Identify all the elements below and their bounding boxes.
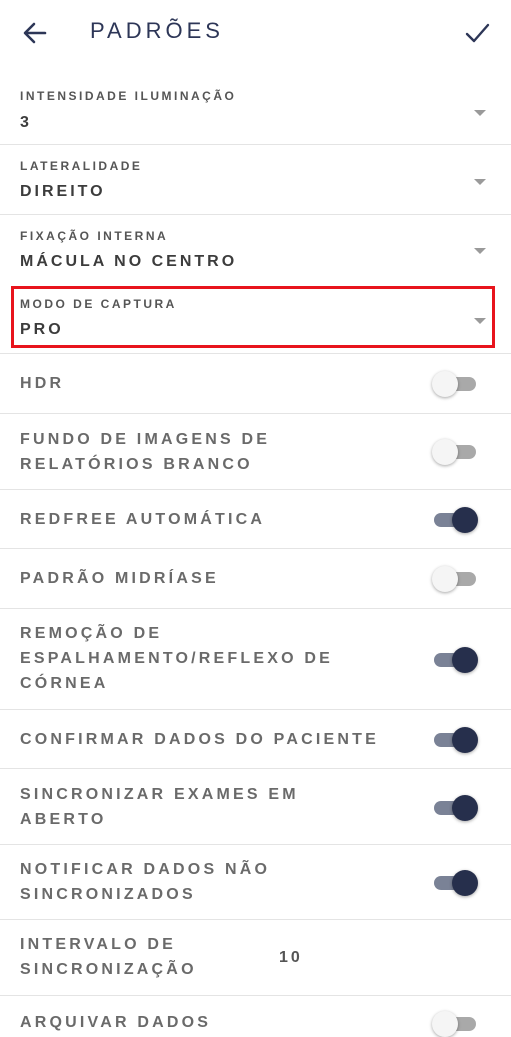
setting-label-remocao-reflexo: REMOÇÃO DE ESPALHAMENTO/REFLEXO DE CÓRNE…: [20, 625, 334, 692]
page-title: PADRÕES: [90, 18, 224, 43]
setting-label-notificar-dados: NOTIFICAR DADOS NÃO SINCRONIZADOS: [20, 861, 271, 903]
check-icon[interactable]: [462, 18, 492, 48]
toggle-midriase[interactable]: [432, 565, 478, 592]
divider: [0, 353, 511, 354]
select-value: DIREITO: [20, 183, 106, 200]
divider: [0, 548, 511, 549]
select-label: LATERALIDADE: [20, 159, 143, 173]
toggle-hdr[interactable]: [432, 370, 478, 397]
intervalo-value[interactable]: 10: [279, 949, 303, 967]
setting-label-midriase: PADRÃO MIDRÍASE: [20, 570, 219, 587]
caret-down-icon: [474, 110, 486, 116]
divider: [0, 995, 511, 996]
select-intensidade-iluminacao[interactable]: INTENSIDADE ILUMINAÇÃO 3: [0, 76, 511, 144]
select-label: INTENSIDADE ILUMINAÇÃO: [20, 89, 237, 103]
divider: [0, 844, 511, 845]
select-value: MÁCULA NO CENTRO: [20, 253, 238, 270]
arrow-left-icon[interactable]: [20, 18, 50, 48]
toggle-redfree[interactable]: [432, 506, 478, 533]
divider: [0, 413, 511, 414]
select-lateralidade[interactable]: LATERALIDADE DIREITO: [0, 146, 511, 214]
setting-label-sincronizar-exames: SINCRONIZAR EXAMES EM ABERTO: [20, 786, 299, 828]
toggle-fundo-branco[interactable]: [432, 438, 478, 465]
toggle-remocao-reflexo[interactable]: [432, 646, 478, 673]
divider: [0, 608, 511, 609]
toggle-notificar-dados[interactable]: [432, 869, 478, 896]
divider: [0, 489, 511, 490]
toggle-confirmar-dados[interactable]: [432, 726, 478, 753]
divider: [0, 709, 511, 710]
divider: [0, 144, 511, 145]
divider: [0, 768, 511, 769]
setting-label-redfree: REDFREE AUTOMÁTICA: [20, 511, 266, 528]
select-fixacao-interna[interactable]: FIXAÇÃO INTERNA MÁCULA NO CENTRO: [0, 216, 511, 284]
setting-label-fundo-branco: FUNDO DE IMAGENS DE RELATÓRIOS BRANCO: [20, 431, 271, 473]
setting-label-arquivar-dados: ARQUIVAR DADOS: [20, 1014, 212, 1031]
highlight-box: [11, 286, 495, 348]
select-label: FIXAÇÃO INTERNA: [20, 229, 169, 243]
toggle-arquivar-dados[interactable]: [432, 1010, 478, 1037]
caret-down-icon: [474, 179, 486, 185]
setting-label-intervalo: INTERVALO DE SINCRONIZAÇÃO: [20, 936, 197, 978]
divider: [0, 919, 511, 920]
caret-down-icon: [474, 248, 486, 254]
setting-label-hdr: HDR: [20, 375, 65, 392]
toggle-sincronizar-exames[interactable]: [432, 794, 478, 821]
app-header: PADRÕES: [0, 0, 511, 64]
select-value: 3: [20, 114, 32, 131]
divider: [0, 214, 511, 215]
setting-label-confirmar-dados: CONFIRMAR DADOS DO PACIENTE: [20, 731, 379, 748]
